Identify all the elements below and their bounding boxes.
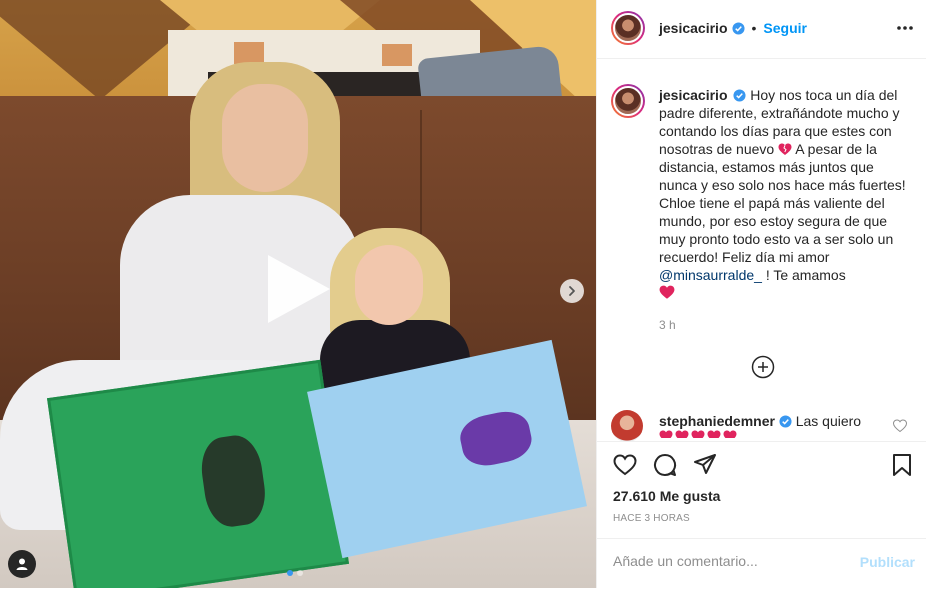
user-tags-button[interactable] — [8, 550, 36, 578]
author-username[interactable]: jesicacirio — [659, 20, 728, 36]
comment-username[interactable]: stephaniedemner — [659, 413, 775, 429]
comment-text: Las quiero — [795, 413, 862, 429]
caption-text-end: ! Te amamos — [765, 267, 846, 283]
caption-avatar[interactable] — [611, 84, 645, 118]
carousel-indicator — [287, 570, 303, 576]
more-options-icon[interactable] — [895, 18, 915, 38]
separator: • — [751, 20, 757, 36]
add-comment-bar: Publicar — [597, 538, 926, 590]
carousel-dot — [287, 570, 293, 576]
caption-time: 3 h — [659, 318, 676, 332]
post-caption: jesicacirio Hoy nos toca un día del padr… — [659, 86, 909, 302]
post-header: jesicacirio • Seguir — [597, 0, 926, 59]
comment-input[interactable] — [613, 553, 843, 569]
green-drawing — [47, 359, 349, 588]
mention-link[interactable]: @minsaurralde_ — [659, 267, 762, 283]
verified-badge-icon — [779, 415, 792, 428]
heart-outline-icon[interactable] — [612, 452, 638, 478]
paper-plane-icon[interactable] — [692, 452, 718, 478]
post-details-panel: jesicacirio • Seguir jesicacirio Hoy nos… — [596, 0, 926, 589]
verified-badge-icon — [731, 21, 745, 35]
user-tag-icon — [16, 558, 28, 570]
chevron-right-icon — [569, 286, 575, 296]
red-heart-emoji-icon — [659, 430, 673, 438]
red-heart-emoji-icon — [723, 430, 737, 438]
red-heart-emoji-icon — [659, 285, 675, 299]
add-circle-icon[interactable] — [751, 355, 775, 379]
carousel-dot — [297, 570, 303, 576]
speech-bubble-icon[interactable] — [652, 452, 678, 478]
verified-badge-icon — [733, 89, 746, 102]
comment-avatar[interactable] — [611, 410, 643, 442]
woman-face — [222, 84, 308, 192]
bookmark-icon[interactable] — [889, 452, 915, 478]
broken-heart-emoji-icon — [778, 143, 792, 155]
avatar[interactable] — [611, 11, 645, 45]
publish-button[interactable]: Publicar — [860, 554, 915, 570]
caption-text-continued: A pesar de la distancia, estamos más jun… — [659, 141, 906, 265]
red-heart-emoji-icon — [675, 430, 689, 438]
post-media[interactable] — [0, 0, 596, 588]
like-count[interactable]: 27.610 Me gusta — [613, 488, 720, 504]
next-slide-button[interactable] — [560, 279, 584, 303]
red-heart-emoji-icon — [707, 430, 721, 438]
play-icon[interactable] — [268, 255, 330, 323]
comment-heart-outline-icon[interactable] — [893, 419, 907, 433]
follow-button[interactable]: Seguir — [763, 20, 807, 36]
comment-heart-emojis — [659, 430, 737, 438]
caption-username[interactable]: jesicacirio — [659, 87, 728, 103]
post-actions: 27.610 Me gusta HACE 3 HORAS Publicar — [597, 441, 926, 589]
red-heart-emoji-icon — [691, 430, 705, 438]
comment: stephaniedemner Las quiero — [659, 412, 879, 430]
child-face — [355, 245, 423, 325]
post-timestamp[interactable]: HACE 3 HORAS — [613, 513, 690, 524]
